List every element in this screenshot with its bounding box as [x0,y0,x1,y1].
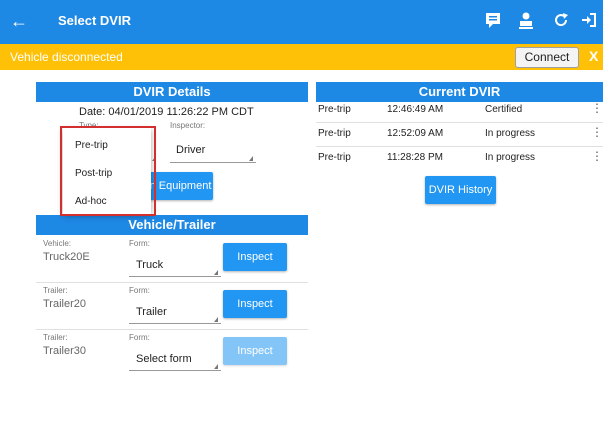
dvir-time: 12:52:09 AM [387,128,444,139]
row-divider [36,282,308,283]
dvir-type: Pre-trip [318,128,351,139]
dvir-list-item[interactable]: Pre-trip 12:46:49 AM Certified ⋮ [316,98,603,122]
dvir-list-item[interactable]: Pre-trip 11:28:28 PM In progress ⋮ [316,146,603,170]
dvir-details-header: DVIR Details [36,82,308,102]
banner-message: Vehicle disconnected [10,50,123,64]
trailer-name: Trailer30 [43,345,86,357]
dvir-list-item[interactable]: Pre-trip 12:52:09 AM In progress ⋮ [316,122,603,146]
app-bar: ← Select DVIR [0,0,603,44]
dvir-type: Pre-trip [318,104,351,115]
form-select-line [129,323,221,324]
trailer-label: Trailer: [43,286,68,295]
form-select-line [129,370,221,371]
vehicle-name: Truck20E [43,251,90,263]
more-vert-icon[interactable]: ⋮ [591,150,603,162]
trailer-name: Trailer20 [43,298,86,310]
inspector-select-line [170,162,256,163]
person-download-icon[interactable] [517,11,537,31]
close-banner-button[interactable]: X [589,48,598,64]
form-select[interactable]: Select form [136,353,192,365]
dvir-time: 12:46:49 AM [387,104,444,115]
dvir-date: Date: 04/01/2019 11:26:22 PM CDT [79,106,254,118]
dvir-type: Pre-trip [318,152,351,163]
inspect-button[interactable]: Inspect [223,243,287,271]
page-title: Select DVIR [58,13,131,28]
form-dropdown-arrow-icon [214,364,218,369]
inspector-dropdown-arrow-icon [249,156,253,161]
equipment-button[interactable]: n Equipment [148,172,213,200]
trailer-label: Trailer: [43,333,68,342]
more-vert-icon[interactable]: ⋮ [591,102,603,114]
dvir-time: 11:28:28 PM [387,152,443,163]
highlight-box [60,126,156,216]
inspect-button[interactable]: Inspect [223,337,287,365]
connection-banner: Vehicle disconnected Connect X [0,44,603,70]
connect-button[interactable]: Connect [515,47,579,68]
more-vert-icon[interactable]: ⋮ [591,126,603,138]
dvir-status: In progress [485,128,536,139]
logout-icon[interactable] [580,11,600,31]
row-divider [36,329,308,330]
dvir-status: In progress [485,152,536,163]
form-label: Form: [129,286,150,295]
form-label: Form: [129,239,150,248]
form-select-line [129,276,221,277]
inspect-button[interactable]: Inspect [223,290,287,318]
arrow-left-icon[interactable]: ← [10,10,28,32]
vehicle-trailer-header: Vehicle/Trailer [36,215,308,235]
refresh-icon[interactable] [552,11,572,31]
form-select[interactable]: Trailer [136,306,167,318]
dvir-history-button[interactable]: DVIR History [425,176,496,204]
inspector-value[interactable]: Driver [176,144,205,156]
form-label: Form: [129,333,150,342]
vehicle-label: Vehicle: [43,239,72,248]
inspector-label: Inspector: [170,121,206,130]
form-select[interactable]: Truck [136,259,163,271]
form-dropdown-arrow-icon [214,270,218,275]
message-icon[interactable] [484,11,504,31]
form-dropdown-arrow-icon [214,317,218,322]
dvir-status: Certified [485,104,523,115]
